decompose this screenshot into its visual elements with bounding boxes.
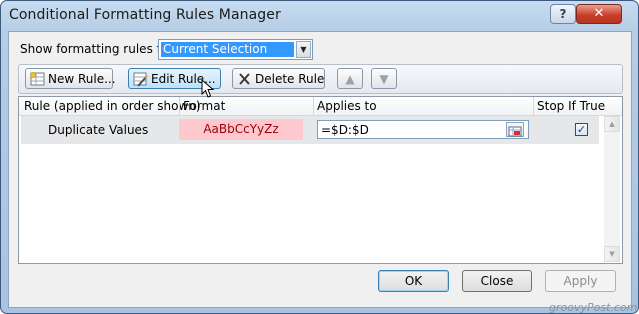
column-divider[interactable] [313,97,314,115]
move-down-button[interactable]: ▼ [371,68,397,89]
new-rule-button[interactable]: New Rule... [25,68,116,89]
move-down-icon: ▼ [379,72,389,86]
dialog-window: Conditional Formatting Rules Manager ? ✕… [0,0,639,314]
close-button[interactable]: Close [462,270,532,292]
stop-if-true-checkbox[interactable]: ✓ [575,123,588,136]
move-up-button[interactable]: ▲ [337,68,363,89]
scroll-up-icon[interactable]: ▲ [604,116,620,132]
rules-toolbar: New Rule... Edit Rule... Delete Rule ▲ ▼ [18,64,623,94]
rule-row[interactable]: Duplicate Values AaBbCcYyZz =$D:$D ✓ [21,116,599,144]
applies-to-field[interactable]: =$D:$D [317,120,529,139]
apply-button[interactable]: Apply [545,270,616,292]
ok-button[interactable]: OK [378,270,449,292]
close-window-button[interactable]: ✕ [576,4,622,24]
grid-header: Rule (applied in order shown) Format App… [19,97,622,116]
column-header-applies-to: Applies to [317,99,377,113]
rules-grid: Rule (applied in order shown) Format App… [18,96,623,264]
column-divider[interactable] [533,97,534,115]
delete-x-icon [233,69,255,96]
move-up-icon: ▲ [345,72,355,86]
range-select-button[interactable] [506,122,524,137]
scope-label: Show formatting rules for: [20,42,177,56]
edit-rule-icon [129,69,151,96]
column-divider[interactable] [179,97,180,115]
scroll-down-icon[interactable]: ▼ [604,246,620,262]
format-preview: AaBbCcYyZz [179,119,303,140]
window-title: Conditional Formatting Rules Manager [9,7,281,23]
rule-name: Duplicate Values [48,123,149,137]
delete-rule-label: Delete Rule [255,72,325,86]
column-header-stop-if-true: Stop If True [537,99,606,113]
title-bar[interactable]: Conditional Formatting Rules Manager ? ✕ [1,1,638,31]
scope-dropdown[interactable]: Current Selection ▼ [158,39,313,60]
new-rule-icon [26,69,48,96]
range-select-icon [508,126,522,137]
vertical-scrollbar[interactable]: ▲ ▼ [604,116,620,262]
help-button[interactable]: ? [550,4,576,24]
delete-rule-button[interactable]: Delete Rule [232,68,325,89]
mouse-cursor-icon [201,78,215,103]
watermark: groovyPost.com [549,301,638,314]
dialog-body: Show formatting rules for: Current Selec… [8,31,632,308]
new-rule-label: New Rule... [48,72,116,86]
applies-to-value: =$D:$D [321,123,369,137]
scope-selected-value: Current Selection [161,42,294,57]
column-header-rule: Rule (applied in order shown) [24,99,201,113]
dropdown-arrow-icon[interactable]: ▼ [296,41,311,58]
